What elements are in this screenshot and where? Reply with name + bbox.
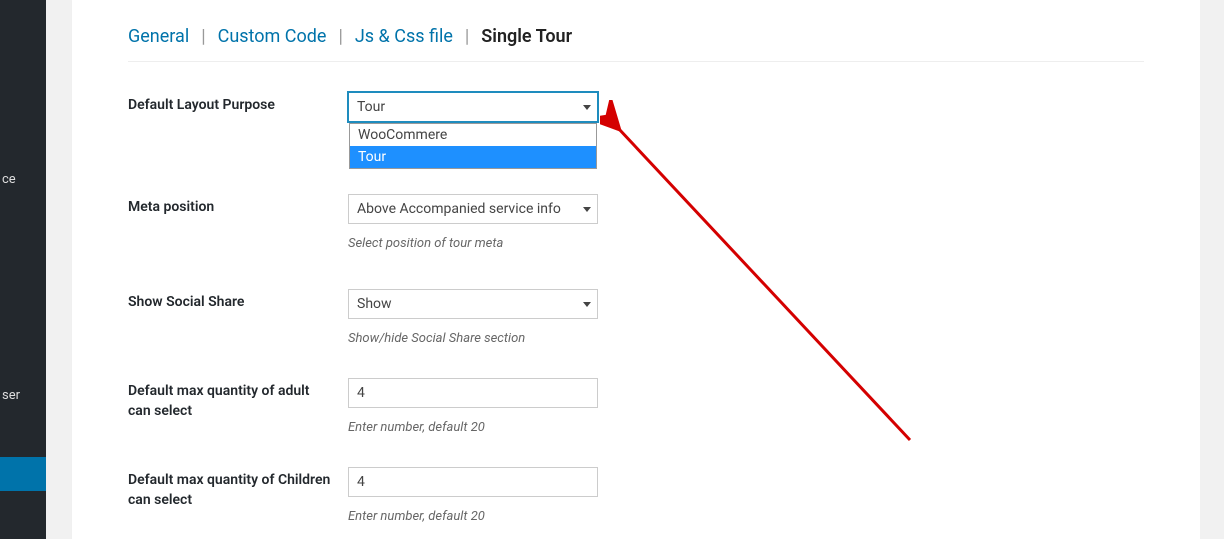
- tab-single-tour[interactable]: Single Tour: [481, 26, 572, 47]
- label-max-adult: Default max quantity of adult can select: [128, 378, 348, 421]
- helper-max-children: Enter number, default 20: [348, 509, 608, 524]
- tab-separator: |: [338, 26, 342, 47]
- select-default-layout[interactable]: Tour: [348, 92, 598, 122]
- dropdown-option-woocommerce[interactable]: WooCommere: [350, 124, 596, 146]
- tab-separator: |: [465, 26, 469, 47]
- input-max-children[interactable]: 4: [348, 467, 598, 497]
- select-value: Show: [357, 296, 392, 312]
- helper-meta-position: Select position of tour meta: [348, 236, 608, 251]
- sidebar-item-partial-1[interactable]: ce: [0, 172, 46, 187]
- chevron-down-icon: [583, 105, 591, 110]
- tab-general[interactable]: General: [128, 26, 189, 47]
- dropdown-option-tour[interactable]: Tour: [350, 146, 596, 168]
- select-social-share[interactable]: Show: [348, 289, 598, 319]
- sidebar-item-active[interactable]: [0, 457, 46, 491]
- helper-max-adult: Enter number, default 20: [348, 420, 608, 435]
- settings-panel: General | Custom Code | Js & Css file | …: [72, 0, 1200, 539]
- sidebar-item-partial-2[interactable]: ser: [0, 388, 46, 403]
- chevron-down-icon: [583, 207, 591, 212]
- label-default-layout: Default Layout Purpose: [128, 92, 348, 116]
- input-value: 4: [357, 385, 365, 401]
- field-social-share: Show Social Share Show Show/hide Social …: [128, 251, 1200, 346]
- label-meta-position: Meta position: [128, 194, 348, 218]
- chevron-down-icon: [583, 302, 591, 307]
- input-max-adult[interactable]: 4: [348, 378, 598, 408]
- input-value: 4: [357, 474, 365, 490]
- admin-sidebar: ce ser: [0, 0, 46, 539]
- tab-custom-code[interactable]: Custom Code: [218, 26, 327, 47]
- label-social-share: Show Social Share: [128, 289, 348, 313]
- dropdown-default-layout: WooCommere Tour: [349, 123, 597, 169]
- field-max-children: Default max quantity of Children can sel…: [128, 435, 1200, 524]
- select-meta-position[interactable]: Above Accompanied service info: [348, 194, 598, 224]
- field-meta-position: Meta position Above Accompanied service …: [128, 122, 1200, 251]
- tab-separator: |: [201, 26, 205, 47]
- select-value: Above Accompanied service info: [357, 201, 561, 217]
- tab-bar: General | Custom Code | Js & Css file | …: [128, 0, 1200, 61]
- field-default-layout: Default Layout Purpose Tour WooCommere T…: [128, 62, 1200, 122]
- select-value: Tour: [357, 99, 385, 115]
- field-max-adult: Default max quantity of adult can select…: [128, 346, 1200, 435]
- helper-social-share: Show/hide Social Share section: [348, 331, 608, 346]
- tab-js-css[interactable]: Js & Css file: [355, 26, 453, 47]
- page-gutter: [1200, 0, 1224, 539]
- label-max-children: Default max quantity of Children can sel…: [128, 467, 348, 510]
